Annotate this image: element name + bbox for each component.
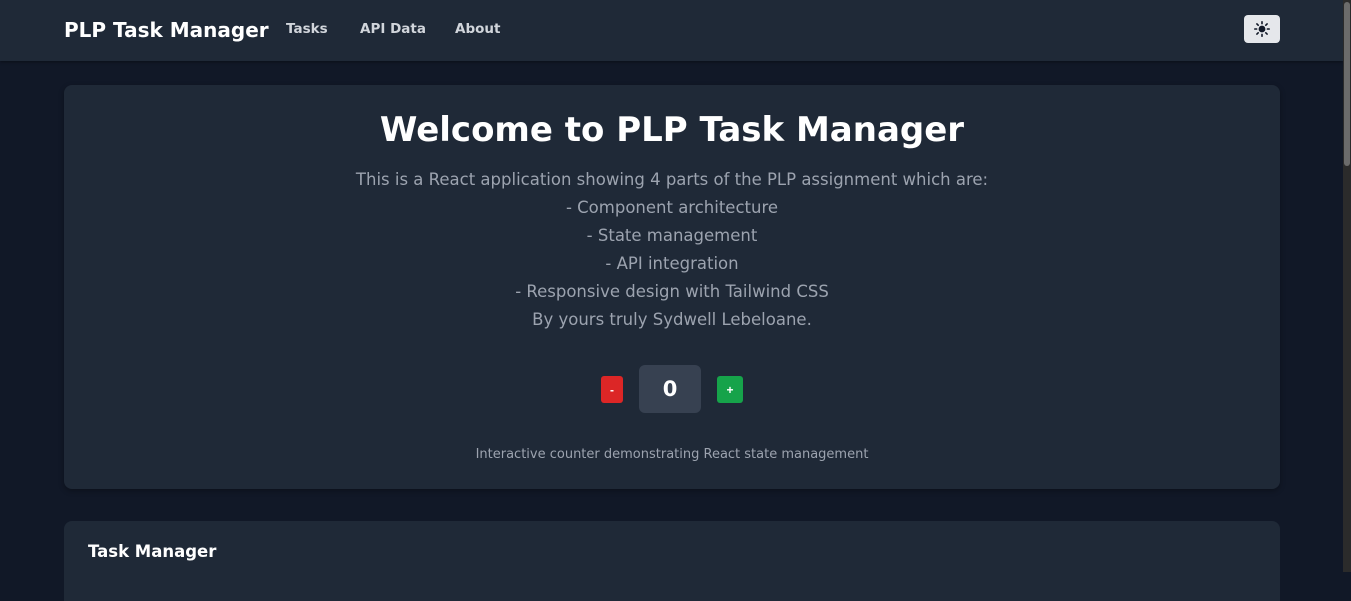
navbar: PLP Task Manager Tasks API Data About bbox=[0, 0, 1343, 61]
scrollbar-thumb[interactable] bbox=[1344, 2, 1350, 166]
decrement-button[interactable]: - bbox=[601, 376, 623, 403]
page-scrollbar[interactable] bbox=[1343, 0, 1351, 572]
nav-link-tasks[interactable]: Tasks bbox=[286, 20, 328, 38]
sun-icon bbox=[1254, 21, 1270, 37]
counter-caption: Interactive counter demonstrating React … bbox=[475, 447, 869, 462]
nav-link-api-data[interactable]: API Data bbox=[360, 20, 426, 38]
description-line: - State management bbox=[586, 226, 758, 245]
description-line: - Component architecture bbox=[565, 198, 779, 217]
counter-value: 0 bbox=[639, 365, 701, 413]
hero-title: Welcome to PLP Task Manager bbox=[379, 110, 965, 150]
description-line: By yours truly Sydwell Lebeloane. bbox=[532, 310, 812, 329]
increment-button[interactable]: + bbox=[717, 376, 743, 403]
hero-description: This is a React application showing 4 pa… bbox=[64, 166, 1280, 334]
theme-toggle-button[interactable] bbox=[1244, 15, 1280, 43]
nav-link-about[interactable]: About bbox=[455, 20, 500, 38]
description-line: - API integration bbox=[605, 254, 739, 273]
task-manager-title: Task Manager bbox=[88, 542, 217, 561]
description-line: - Responsive design with Tailwind CSS bbox=[515, 282, 829, 301]
task-manager-card: Task Manager bbox=[64, 521, 1280, 601]
description-line: This is a React application showing 4 pa… bbox=[355, 170, 989, 189]
brand-title[interactable]: PLP Task Manager bbox=[64, 17, 269, 43]
hero-card: Welcome to PLP Task Manager This is a Re… bbox=[64, 85, 1280, 489]
